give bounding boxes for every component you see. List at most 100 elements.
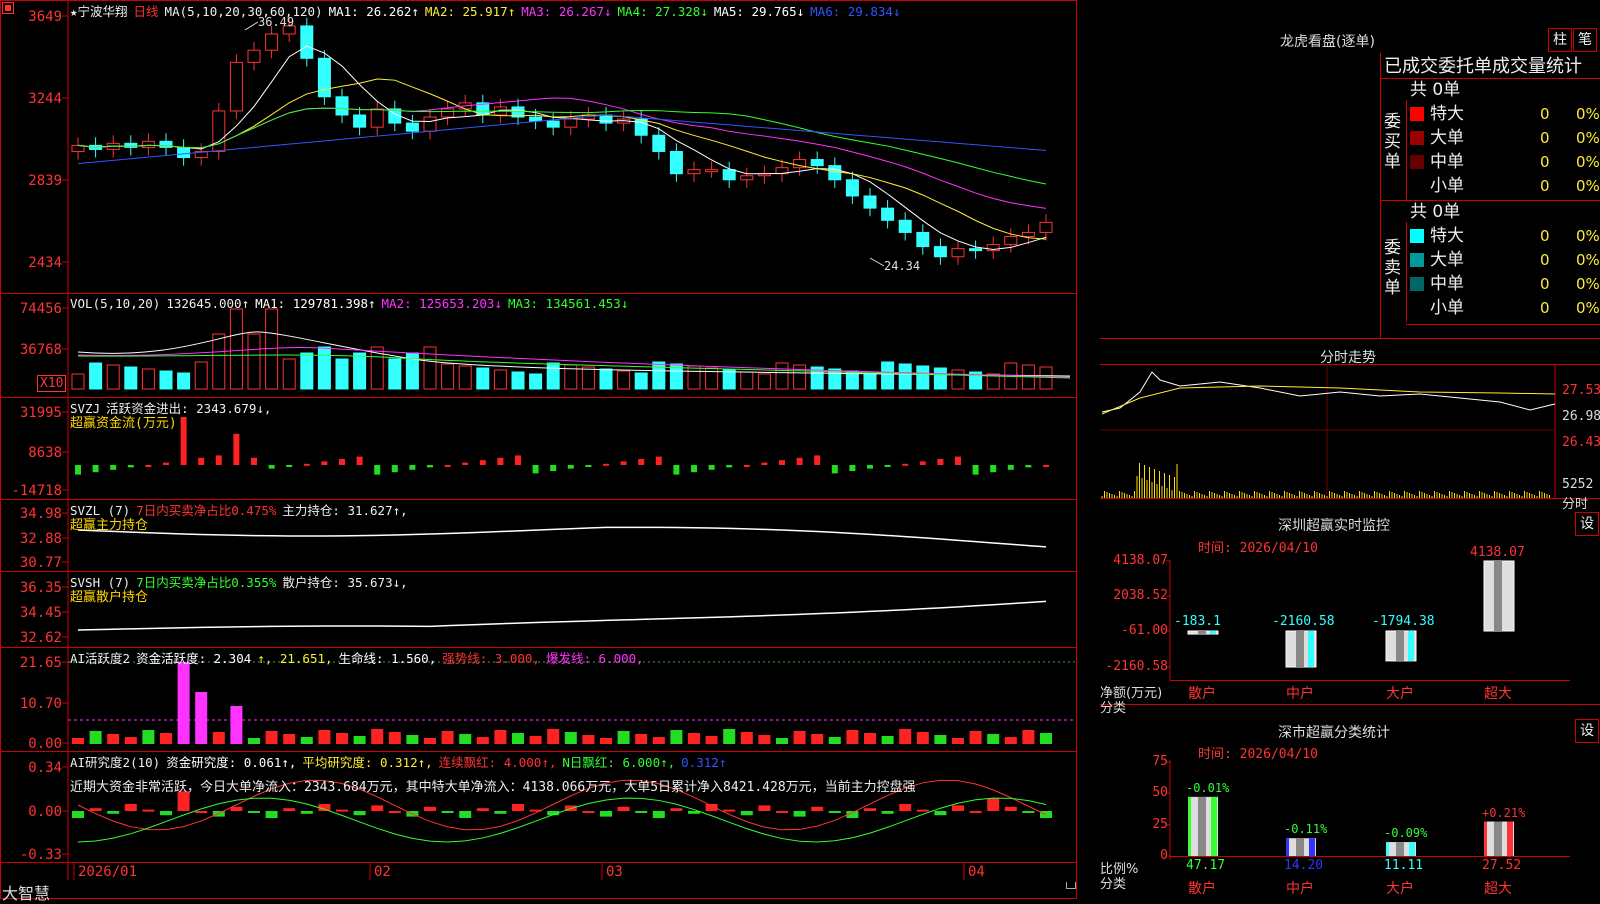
activity-bar: [916, 732, 929, 744]
fund-flow-bar: [673, 465, 680, 475]
intraday-title[interactable]: 分时走势: [1320, 347, 1376, 367]
svsh-subtitle: 超赢散户持仓: [70, 590, 149, 605]
classify-category: 中户: [1286, 881, 1314, 897]
svzj-tick: 8638: [28, 445, 62, 461]
candle-body: [969, 248, 983, 252]
monitor-settings-button[interactable]: 设: [1575, 512, 1599, 536]
candle-body: [722, 169, 736, 181]
sell-color-swatch: [1410, 277, 1424, 291]
fund-flow-bar: [990, 465, 997, 473]
svzl-tick: 34.98: [20, 506, 62, 522]
research-bar: [107, 811, 120, 814]
vol-unit-badge: X10: [37, 375, 67, 392]
bar-view-button[interactable]: 柱: [1548, 28, 1572, 52]
research-bar: [353, 811, 366, 816]
research-bar: [934, 811, 947, 816]
activity-bar: [388, 732, 401, 744]
candle-body: [546, 120, 560, 128]
fund-flow-bar: [268, 465, 275, 469]
svsh-tick: 36.35: [20, 580, 62, 596]
candle-body: [370, 108, 384, 128]
classify-bar-edge: [1188, 796, 1191, 856]
x-axis-label: 04: [968, 864, 985, 880]
candle-body: [405, 122, 419, 132]
period-label[interactable]: 日线: [134, 4, 159, 19]
sell-total: 共 0单: [1410, 202, 1461, 222]
x-axis-label: 03: [606, 864, 623, 880]
sell-side-label: 委卖单: [1384, 238, 1404, 298]
monitor-y-tick: 4138.07: [1113, 553, 1168, 568]
volume-bar: [159, 370, 173, 390]
activity-bar: [864, 733, 876, 744]
ai2-tick: 0.34: [28, 760, 62, 776]
research-bar: [230, 806, 243, 811]
fund-flow-bar: [427, 465, 433, 468]
record-icon[interactable]: [2, 2, 14, 14]
buy-row-pct: 0%: [1576, 129, 1600, 147]
fund-flow-bar: [655, 456, 662, 465]
activity-bar: [969, 731, 982, 744]
activity-bar: [529, 736, 542, 744]
candle-body: [652, 134, 666, 152]
research-bar: [899, 804, 912, 811]
fund-flow-bar: [955, 456, 961, 465]
volume-bar: [898, 363, 912, 390]
research-bar: [1022, 811, 1035, 813]
candle-body: [564, 118, 578, 128]
monitor-bar-value: -183.1: [1174, 614, 1221, 629]
research-bar: [793, 811, 806, 817]
candle-body: [740, 175, 754, 181]
buy-row-name: 大单: [1430, 128, 1464, 148]
fund-flow-bar: [145, 465, 152, 467]
vol-tick: 74456: [20, 301, 62, 317]
activity-bar: [1040, 733, 1052, 744]
fund-flow-bar: [286, 465, 293, 467]
research-bar: [635, 811, 648, 813]
classify-bar-edge: [1386, 842, 1389, 856]
classify-settings-button[interactable]: 设: [1575, 719, 1599, 743]
volume-bar: [493, 369, 507, 390]
volume-bar: [106, 364, 120, 390]
activity-bar: [811, 734, 824, 744]
ai1-value-3: 强势线: 3.000,: [442, 651, 540, 666]
chart-area[interactable]: 3649 3244 2839 2434 74456 36768 31995 8638 -1471…: [0, 0, 1100, 903]
classify-bar-shade: [1494, 821, 1502, 856]
candle-body: [1021, 231, 1035, 237]
ai2-value-3: N日飘红: 6.000↑,: [562, 755, 676, 770]
fund-flow-bar: [831, 465, 838, 474]
svzj-subtitle: 超赢资金流(万元): [70, 416, 177, 431]
vol-ma-value-1: MA2: 125653.203↓: [381, 296, 502, 311]
candle-body: [265, 33, 279, 51]
lock-icon[interactable]: [1066, 882, 1076, 889]
fund-flow-bar: [444, 465, 451, 467]
activity-bar: [740, 732, 753, 744]
activity-bar: [160, 733, 172, 744]
research-bar: [195, 811, 208, 813]
activity-bar: [107, 734, 120, 744]
svsh-tick: 34.45: [20, 605, 62, 621]
fund-flow-bar: [92, 465, 99, 473]
vol-ma-values: MA1: 129781.398↑ MA2: 125653.203↓ MA3: 134…: [255, 296, 634, 311]
fund-flow-bar: [303, 463, 310, 466]
ai2-value-4: 0.312↑: [681, 755, 727, 770]
research-bar: [776, 811, 788, 813]
sell-color-swatch: [1410, 253, 1424, 267]
fund-flow-bar: [972, 465, 979, 475]
fund-flow-bar: [620, 461, 627, 465]
activity-bar: [688, 733, 700, 744]
research-bar: [300, 811, 313, 814]
activity-bar: [1004, 737, 1017, 744]
buy-row-name: 中单: [1430, 152, 1464, 172]
monitor-time: 时间: 2026/04/10: [1198, 541, 1318, 556]
classify-bar-change: -0.11%: [1284, 822, 1328, 837]
svzl-tick: 30.77: [20, 555, 62, 571]
high-marker: [244, 21, 259, 31]
volume-bar: [881, 361, 895, 390]
classify-time: 时间: 2026/04/10: [1198, 747, 1318, 762]
fund-flow-bar: [374, 465, 381, 475]
research-bar: [459, 811, 472, 818]
research-bar: [248, 811, 260, 813]
pen-view-button[interactable]: 笔: [1573, 28, 1597, 52]
main-tick: 2434: [28, 255, 62, 271]
research-bar: [670, 808, 683, 811]
